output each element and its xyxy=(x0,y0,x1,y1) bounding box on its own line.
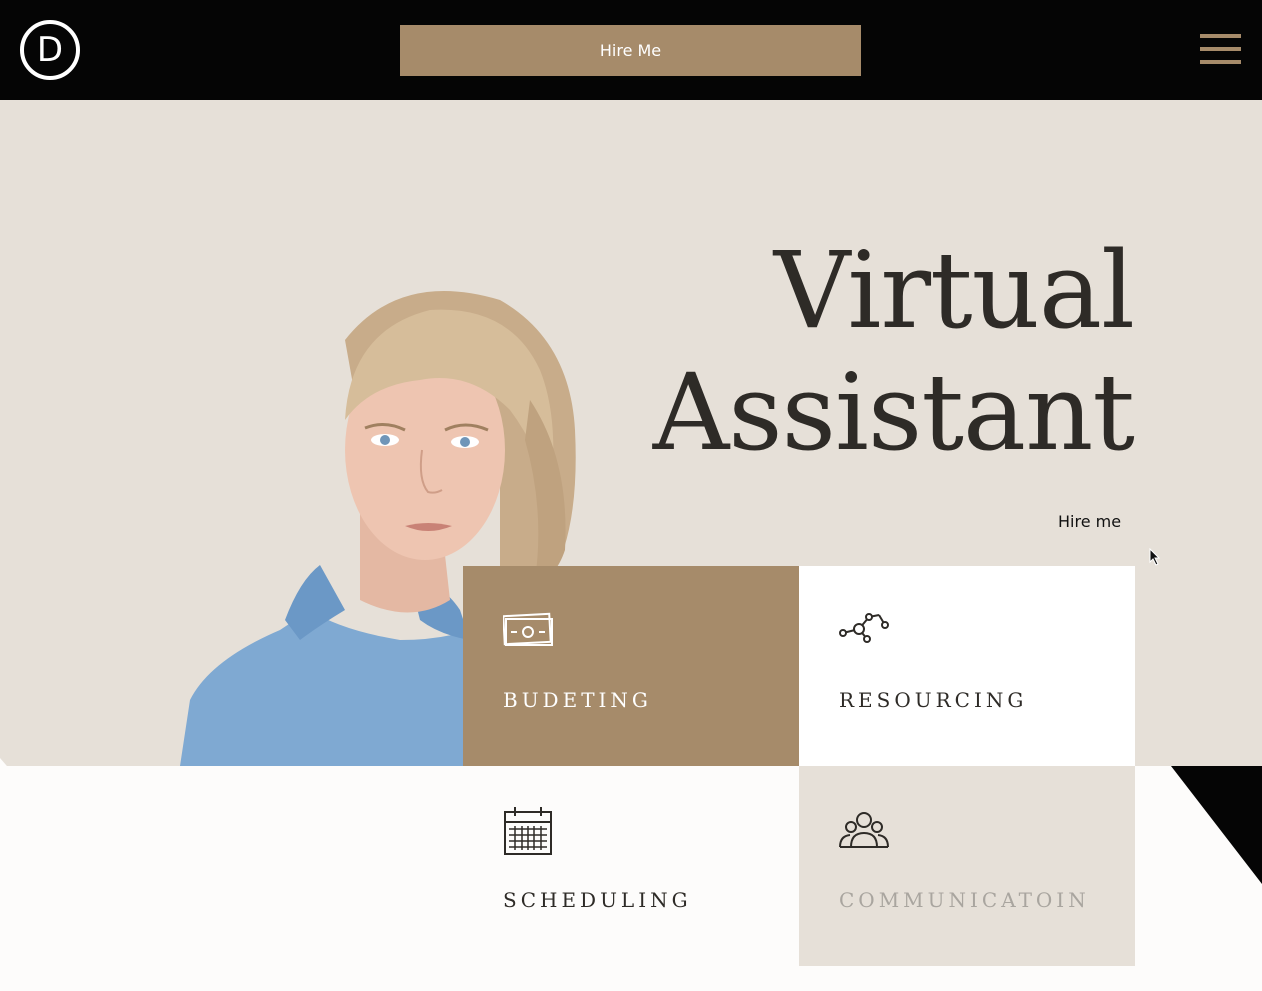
service-label: SCHEDULING xyxy=(503,888,692,912)
hire-me-button[interactable]: Hire Me xyxy=(400,25,861,76)
hero-title-line-1: Virtual xyxy=(773,229,1135,352)
service-card-budgeting[interactable]: BUDETING xyxy=(463,566,799,766)
network-nodes-icon xyxy=(839,613,889,643)
service-card-communication[interactable]: COMMUNICATOIN xyxy=(799,766,1135,966)
hire-me-link[interactable]: Hire me xyxy=(1058,512,1121,531)
menu-bar xyxy=(1200,60,1241,64)
site-header: D Hire Me xyxy=(0,0,1262,100)
service-label: RESOURCING xyxy=(839,688,1028,712)
people-group-icon xyxy=(839,812,889,848)
hero-title: Virtual Assistant xyxy=(652,229,1135,474)
service-label: COMMUNICATOIN xyxy=(839,888,1090,912)
menu-bar xyxy=(1200,47,1241,51)
mouse-cursor-icon xyxy=(1149,548,1161,566)
hero-title-line-2: Assistant xyxy=(652,351,1135,474)
diagonal-decoration-dark xyxy=(1171,766,1262,884)
calendar-icon xyxy=(504,807,552,855)
service-card-resourcing[interactable]: RESOURCING xyxy=(799,566,1135,766)
hamburger-icon[interactable] xyxy=(1200,34,1241,64)
menu-bar xyxy=(1200,34,1241,38)
money-bill-icon xyxy=(503,612,553,646)
service-card-scheduling[interactable]: SCHEDULING xyxy=(463,766,799,966)
brand-logo[interactable]: D xyxy=(20,20,80,80)
diagonal-decoration xyxy=(0,758,95,766)
service-label: BUDETING xyxy=(503,688,652,712)
